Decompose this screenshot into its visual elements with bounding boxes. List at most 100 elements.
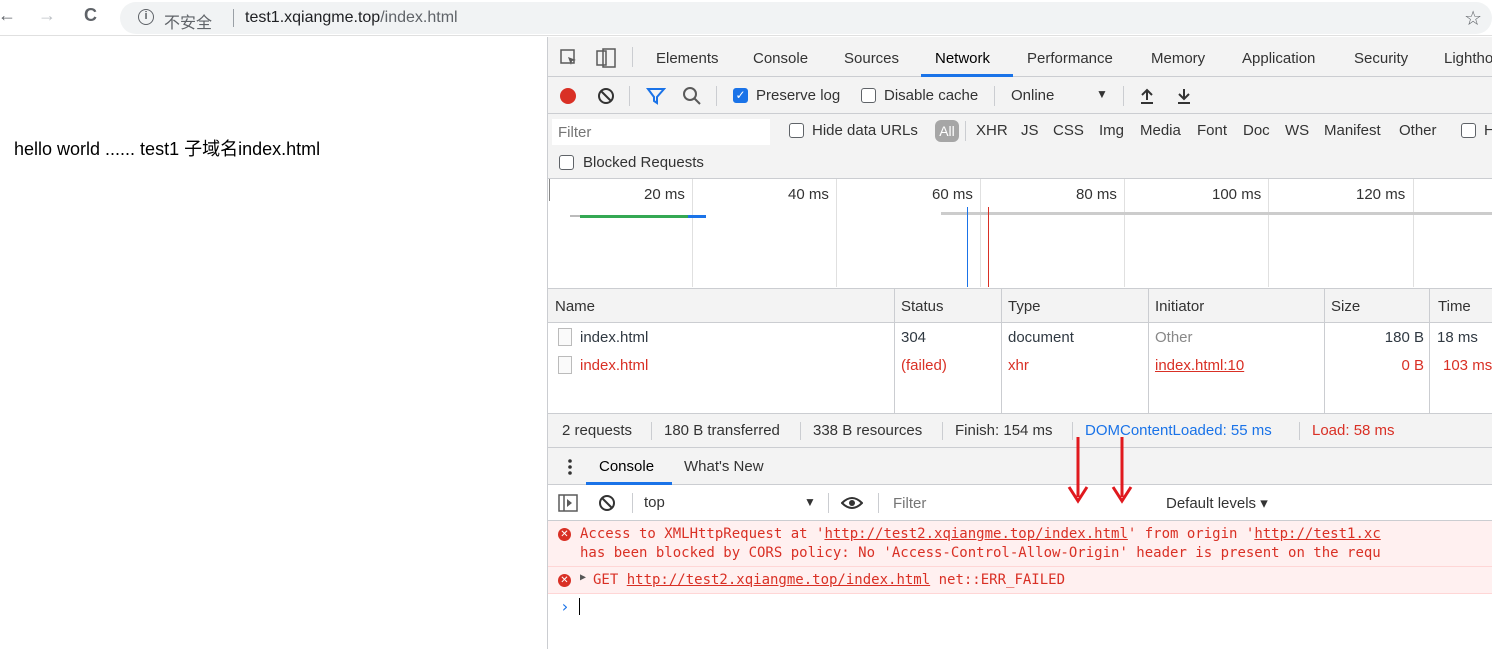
column-time[interactable]: Time xyxy=(1438,298,1471,315)
column-name[interactable]: Name xyxy=(555,298,595,315)
origin-url-link[interactable]: http://test1.xc xyxy=(1254,526,1380,542)
overview-start-marker xyxy=(549,179,550,201)
request-name[interactable]: index.html xyxy=(580,329,648,346)
request-status: 304 xyxy=(901,329,927,346)
table-row[interactable]: index.html (failed) xhr index.html:10 0 … xyxy=(548,351,1492,379)
security-label[interactable]: 不安全 xyxy=(164,9,212,33)
chevron-down-icon[interactable]: ▼ xyxy=(1096,87,1108,101)
hide-data-urls-checkbox[interactable] xyxy=(789,123,804,138)
table-row[interactable]: index.html 304 document Other 180 B 18 m… xyxy=(548,323,1492,351)
filter-type-media[interactable]: Media xyxy=(1140,122,1181,139)
overview-gridline xyxy=(980,179,981,287)
inspect-element-icon[interactable] xyxy=(560,49,578,67)
error-url-link[interactable]: http://test2.xqiangme.top/index.html xyxy=(627,572,930,588)
expand-triangle-icon[interactable]: ▶ xyxy=(580,572,586,583)
record-button[interactable] xyxy=(560,88,576,104)
filter-type-js[interactable]: JS xyxy=(1021,122,1039,139)
overview-tick-label: 100 ms xyxy=(1212,186,1262,203)
disable-cache-checkbox[interactable] xyxy=(861,88,876,103)
bookmark-star-icon[interactable]: ☆ xyxy=(1464,6,1482,31)
console-error-message[interactable]: ✕ ▶ GET http://test2.xqiangme.top/index.… xyxy=(548,567,1492,594)
request-initiator-link[interactable]: index.html:10 xyxy=(1155,357,1244,374)
drawer-tab-whats-new[interactable]: What's New xyxy=(684,458,764,475)
overview-tick-label: 20 ms xyxy=(644,186,685,203)
clear-console-icon[interactable] xyxy=(598,494,616,512)
export-har-icon[interactable] xyxy=(1176,87,1192,105)
tab-sources[interactable]: Sources xyxy=(844,50,899,67)
request-name[interactable]: index.html xyxy=(580,357,648,374)
has-blocked-cookies-label[interactable]: H xyxy=(1484,122,1492,139)
tab-performance[interactable]: Performance xyxy=(1027,50,1113,67)
request-bar-document xyxy=(580,215,688,218)
drawer-tab-bar: Console What's New xyxy=(548,448,1492,485)
network-summary-bar: 2 requests 180 B transferred 338 B resou… xyxy=(548,414,1492,448)
error-icon: ✕ xyxy=(558,528,571,541)
filter-type-css[interactable]: CSS xyxy=(1053,122,1084,139)
blocked-requests-checkbox[interactable] xyxy=(559,155,574,170)
filter-type-font[interactable]: Font xyxy=(1197,122,1227,139)
more-tools-kebab-icon[interactable] xyxy=(567,458,573,476)
live-expression-eye-icon[interactable] xyxy=(841,495,863,511)
overview-tick-label: 120 ms xyxy=(1356,186,1406,203)
error-text: ' from origin ' xyxy=(1127,526,1255,542)
request-status: (failed) xyxy=(901,357,947,374)
back-icon[interactable]: ← xyxy=(0,5,16,26)
console-error-message[interactable]: ✕ Access to XMLHttpRequest at 'http://te… xyxy=(548,521,1492,567)
reload-icon[interactable]: C xyxy=(84,5,97,26)
filter-all-button[interactable]: All xyxy=(935,120,959,142)
url-text[interactable]: test1.xqiangme.top/index.html xyxy=(245,9,458,27)
address-bar[interactable]: i 不安全 test1.xqiangme.top/index.html ☆ xyxy=(120,2,1492,34)
error-text: GET xyxy=(593,572,627,588)
tab-memory[interactable]: Memory xyxy=(1151,50,1205,67)
column-initiator[interactable]: Initiator xyxy=(1155,298,1204,315)
clear-icon[interactable] xyxy=(597,87,615,105)
hide-data-urls-label[interactable]: Hide data URLs xyxy=(812,122,918,139)
filter-type-img[interactable]: Img xyxy=(1099,122,1124,139)
chevron-down-icon[interactable]: ▼ xyxy=(804,495,816,509)
disable-cache-label[interactable]: Disable cache xyxy=(884,87,978,104)
network-overview-timeline[interactable]: 20 ms 40 ms 60 ms 80 ms 100 ms 120 ms xyxy=(548,179,1492,289)
import-har-icon[interactable] xyxy=(1139,87,1155,105)
preserve-log-label[interactable]: Preserve log xyxy=(756,87,840,104)
column-status[interactable]: Status xyxy=(901,298,944,315)
console-context-select[interactable]: top xyxy=(644,494,665,511)
document-file-icon xyxy=(558,328,572,346)
filter-type-doc[interactable]: Doc xyxy=(1243,122,1270,139)
blocked-requests-label[interactable]: Blocked Requests xyxy=(583,154,704,171)
overview-gridline xyxy=(692,179,693,287)
console-input-cursor[interactable] xyxy=(579,598,580,615)
filter-funnel-icon[interactable] xyxy=(646,87,666,105)
load-event-marker xyxy=(988,207,989,287)
forward-icon[interactable]: → xyxy=(38,5,56,26)
drawer-tab-console[interactable]: Console xyxy=(599,458,654,475)
preserve-log-checkbox[interactable]: ✓ xyxy=(733,88,748,103)
overview-tick-label: 40 ms xyxy=(788,186,829,203)
network-request-table: Name Status Type Initiator Size Time ind… xyxy=(548,289,1492,414)
filter-type-other[interactable]: Other xyxy=(1399,122,1437,139)
filter-type-manifest[interactable]: Manifest xyxy=(1324,122,1381,139)
tab-console[interactable]: Console xyxy=(753,50,808,67)
throttling-select[interactable]: Online xyxy=(1011,87,1054,104)
info-icon[interactable]: i xyxy=(138,9,154,25)
tab-lighthouse[interactable]: Lightho xyxy=(1444,50,1492,67)
error-url-link[interactable]: http://test2.xqiangme.top/index.html xyxy=(824,526,1127,542)
has-blocked-cookies-checkbox[interactable] xyxy=(1461,123,1476,138)
tab-elements[interactable]: Elements xyxy=(656,50,719,67)
search-icon[interactable] xyxy=(682,86,702,106)
request-type: xhr xyxy=(1008,357,1029,374)
log-levels-select[interactable]: Default levels ▾ xyxy=(1166,494,1268,512)
network-filter-input[interactable] xyxy=(552,119,770,145)
tab-security[interactable]: Security xyxy=(1354,50,1408,67)
page-viewport: hello world ...... test1 子域名index.html xyxy=(0,37,547,649)
column-size[interactable]: Size xyxy=(1331,298,1360,315)
device-toolbar-icon[interactable] xyxy=(596,48,616,68)
filter-type-ws[interactable]: WS xyxy=(1285,122,1309,139)
console-toolbar-divider xyxy=(828,493,829,513)
column-type[interactable]: Type xyxy=(1008,298,1041,315)
console-sidebar-icon[interactable] xyxy=(558,494,578,512)
tab-application[interactable]: Application xyxy=(1242,50,1315,67)
toolbar-divider xyxy=(1123,86,1124,106)
page-body-text: hello world ...... test1 子域名index.html xyxy=(14,139,321,159)
filter-type-xhr[interactable]: XHR xyxy=(976,122,1008,139)
tab-network[interactable]: Network xyxy=(935,50,990,67)
